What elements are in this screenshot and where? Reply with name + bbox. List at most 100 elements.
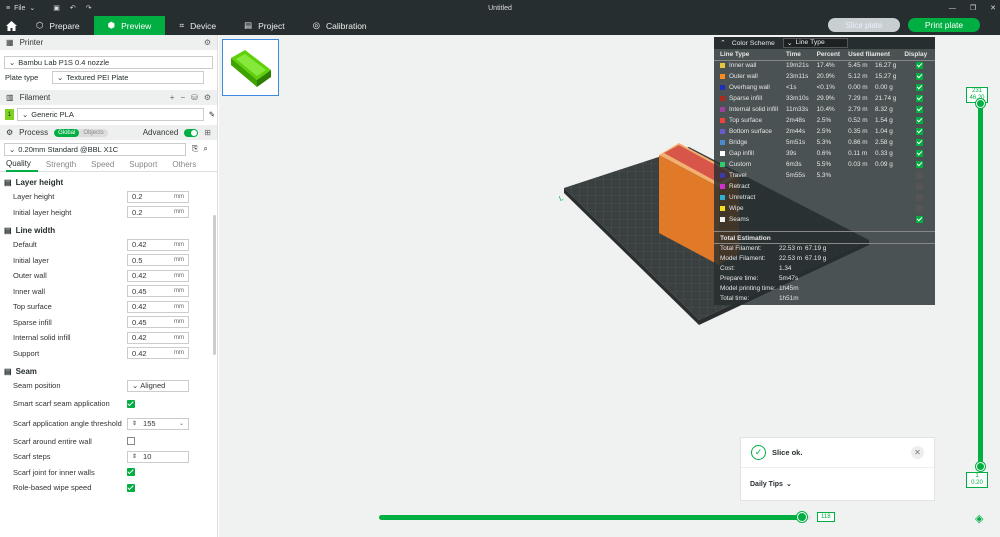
display-checkbox[interactable] <box>916 171 924 179</box>
search-icon[interactable]: ⌕ <box>203 144 207 154</box>
layer-slider[interactable]: 231 46.20 1 0.20 <box>966 87 997 488</box>
line-width-top-input[interactable]: 0.42 mm <box>127 300 189 313</box>
tab-preview[interactable]: ⬢ Preview <box>93 16 166 35</box>
stepper-arrows-icon[interactable]: ⇕ <box>132 453 137 460</box>
move-slider-handle[interactable] <box>797 512 807 522</box>
tab-others[interactable]: Others <box>172 158 203 172</box>
stepper-arrows-icon[interactable]: ⇕ <box>132 420 137 428</box>
display-checkbox[interactable] <box>916 160 924 168</box>
line-width-inner-input[interactable]: 0.45 mm <box>127 285 189 298</box>
main-tab-bar: ⬡ Prepare ⬢ Preview ⌗ Device ▤ Project ◎ Cali… <box>0 16 1000 35</box>
display-checkbox[interactable] <box>916 72 924 80</box>
close-icon[interactable]: ✕ <box>911 446 924 459</box>
save-icon[interactable]: ▣ <box>53 4 60 12</box>
global-toggle[interactable]: Global <box>54 128 80 137</box>
line-width-initial-input[interactable]: 0.5 mm <box>127 254 189 267</box>
color-swatch <box>720 172 725 178</box>
initial-layer-height-input[interactable]: 0.2 mm <box>127 206 189 219</box>
tab-speed[interactable]: Speed <box>91 158 121 172</box>
line-type-name: Sparse infill <box>729 95 763 102</box>
preview-viewport[interactable]: L ⌃ Color Scheme ⌄ Line Type Line Type Ti… <box>219 35 1000 537</box>
layers-icon[interactable]: ◈ <box>975 512 983 525</box>
total-estimation-table: Total Filament: 22.53 m 67.19 g Model Filam… <box>714 243 935 304</box>
gear-icon[interactable]: ⚙ <box>204 93 211 102</box>
home-icon[interactable] <box>0 20 22 31</box>
slice-plate-button[interactable]: Slice plate <box>828 18 900 32</box>
line-width-solid-input[interactable]: 0.42 mm <box>127 331 189 344</box>
objects-toggle[interactable]: Objects <box>79 129 107 137</box>
display-checkbox[interactable] <box>916 83 924 91</box>
gear-icon[interactable]: ⚙ <box>204 38 211 47</box>
tab-strength[interactable]: Strength <box>46 158 83 172</box>
print-plate-button[interactable]: Print plate <box>908 18 980 32</box>
scarf-inner-walls-checkbox[interactable] <box>127 468 135 477</box>
global-objects-toggle[interactable]: Global Objects <box>54 128 108 137</box>
scarf-around-wall-checkbox[interactable] <box>127 437 135 446</box>
collapse-icon[interactable]: ⌃ <box>720 39 726 47</box>
filament-slot-badge[interactable]: 1 <box>5 108 14 120</box>
line-width-default-input[interactable]: 0.42 mm <box>127 238 189 251</box>
remove-icon[interactable]: − <box>180 93 185 102</box>
display-checkbox[interactable] <box>916 116 924 124</box>
compare-icon[interactable]: ⊞ <box>204 128 211 137</box>
line-width-outer-input[interactable]: 0.42 mm <box>127 269 189 282</box>
sync-icon[interactable]: ⛁ <box>191 93 198 102</box>
line-type-row: Retract <box>714 181 935 192</box>
move-slider[interactable]: 118 <box>379 512 835 523</box>
tab-prepare[interactable]: ⬡ Prepare <box>22 16 94 35</box>
display-checkbox[interactable] <box>916 193 924 201</box>
line-width-support-input[interactable]: 0.42 mm <box>127 347 189 360</box>
tab-calibration[interactable]: ◎ Calibration <box>299 16 381 35</box>
layer-slider-top-handle[interactable] <box>976 99 985 108</box>
project-icon: ▤ <box>244 20 253 30</box>
layer-height-input[interactable]: 0.2 mm <box>127 190 189 203</box>
redo-icon[interactable]: ↷ <box>86 4 92 12</box>
time-cell: <1s <box>786 84 797 91</box>
seam-position-select[interactable]: ⌄ Aligned <box>127 379 189 392</box>
tab-support[interactable]: Support <box>129 158 164 172</box>
plate-type-select[interactable]: ⌄ Textured PEI Plate <box>52 71 204 84</box>
close-icon[interactable]: ✕ <box>990 4 996 12</box>
display-checkbox[interactable] <box>916 215 924 223</box>
scarf-angle-stepper[interactable]: ⇕ 155 ⌄ <box>127 417 189 430</box>
filament-select[interactable]: ⌄ Generic PLA ✎ <box>17 107 215 121</box>
display-checkbox[interactable] <box>916 127 924 135</box>
layer-slider-bottom-handle[interactable] <box>976 462 985 471</box>
line-type-row: Top surface 2m48s 2.5% 0.52 m 1.54 g <box>714 115 935 126</box>
time-cell <box>786 214 817 225</box>
time-cell: 5m51s <box>786 139 806 146</box>
printer-select[interactable]: ⌄ Bambu Lab P1S 0.4 nozzle ✎ <box>4 56 213 69</box>
sidebar-scrollbar[interactable] <box>213 215 216 355</box>
process-preset-select[interactable]: ⌄ 0.20mm Standard @BBL X1C <box>4 142 186 156</box>
plate-corner-marker: L <box>558 195 564 203</box>
save-preset-icon[interactable]: ⎘ <box>192 144 198 154</box>
color-scheme-select[interactable]: ⌄ Line Type <box>782 38 848 48</box>
display-checkbox[interactable] <box>916 94 924 102</box>
color-swatch <box>720 216 725 222</box>
minimize-icon[interactable]: — <box>949 5 956 12</box>
role-based-wipe-checkbox[interactable] <box>127 483 135 492</box>
total-label: Total Filament: <box>720 245 762 253</box>
add-icon[interactable]: + <box>170 93 175 102</box>
line-width-sparse-input[interactable]: 0.45 mm <box>127 316 189 329</box>
display-checkbox[interactable] <box>916 149 924 157</box>
tab-quality[interactable]: Quality <box>6 158 38 172</box>
display-checkbox[interactable] <box>916 138 924 146</box>
process-icon: ⚙ <box>6 128 14 137</box>
smart-scarf-checkbox[interactable] <box>127 399 135 408</box>
daily-tips-toggle[interactable]: Daily Tips ⌄ <box>741 468 934 500</box>
process-tabs: Quality Strength Speed Support Others <box>0 158 217 172</box>
display-checkbox[interactable] <box>916 105 924 113</box>
tab-project[interactable]: ▤ Project <box>230 16 299 35</box>
tab-device[interactable]: ⌗ Device <box>165 16 230 35</box>
restore-icon[interactable]: ❐ <box>970 4 976 12</box>
undo-icon[interactable]: ↶ <box>70 4 76 12</box>
scarf-steps-stepper[interactable]: ⇕ 10 <box>127 450 189 463</box>
edit-icon[interactable]: ✎ <box>209 110 215 119</box>
display-checkbox[interactable] <box>916 204 924 212</box>
display-checkbox[interactable] <box>916 182 924 190</box>
display-checkbox[interactable] <box>916 62 924 70</box>
move-slider-value: 118 <box>817 512 835 522</box>
advanced-switch[interactable] <box>184 128 199 137</box>
file-menu[interactable]: ≡ File ⌄ <box>0 4 35 13</box>
